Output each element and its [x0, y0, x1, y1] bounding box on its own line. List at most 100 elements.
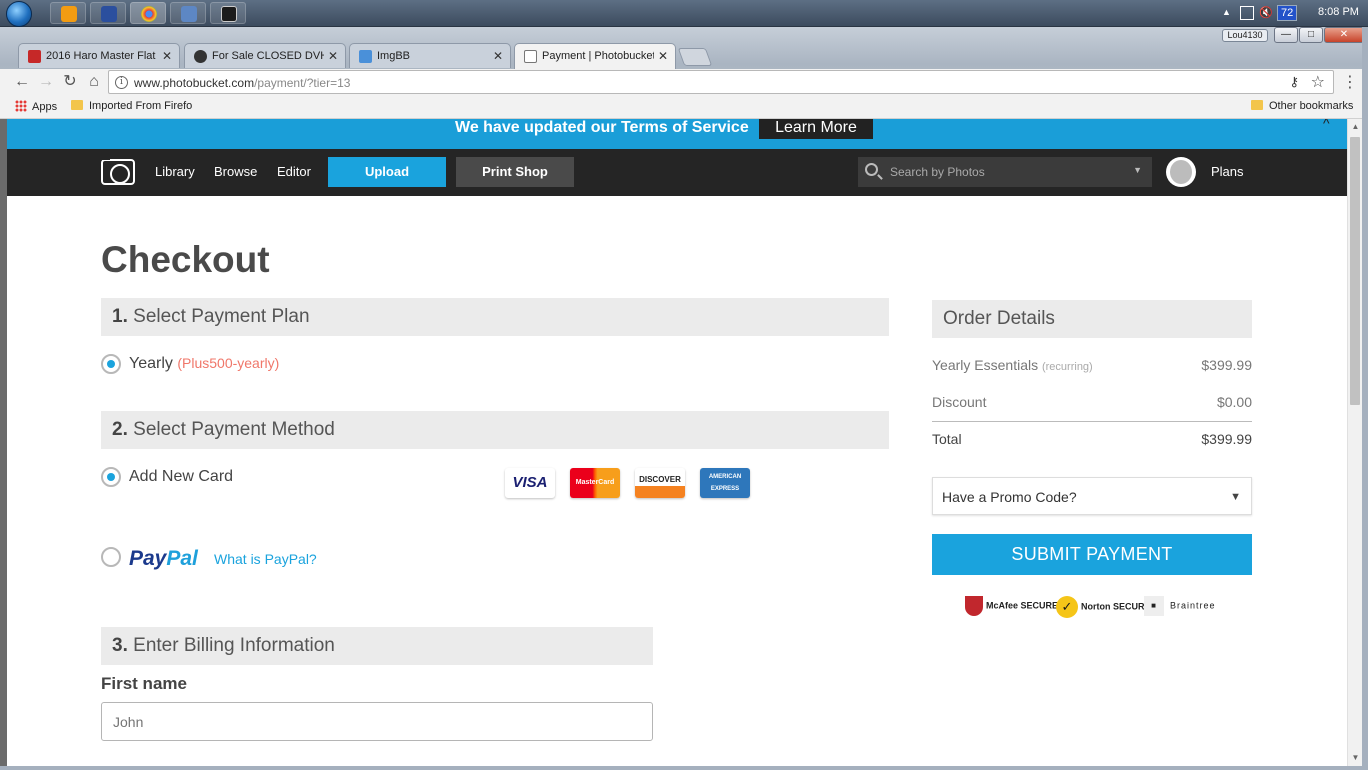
- windows-taskbar: ▲ 🔇 72 8:08 PM: [0, 0, 1368, 27]
- mcafee-shield-icon: [965, 596, 983, 616]
- network-icon[interactable]: [1240, 6, 1254, 20]
- avatar[interactable]: [1166, 157, 1196, 187]
- page-scrollbar[interactable]: ▲ ▼: [1347, 119, 1362, 766]
- tab-close-icon[interactable]: ✕: [493, 49, 503, 63]
- promo-code-dropdown[interactable]: Have a Promo Code? ▼: [932, 477, 1252, 515]
- banner-collapse-icon[interactable]: ^: [1323, 119, 1330, 131]
- tab-label: For Sale CLOSED DVH pa: [212, 50, 324, 62]
- nav-library[interactable]: Library: [155, 164, 195, 179]
- taskbar-camera[interactable]: [210, 2, 246, 24]
- clock[interactable]: 8:08 PM: [1318, 6, 1359, 18]
- taskbar-browser[interactable]: [170, 2, 206, 24]
- browser-menu-icon[interactable]: ⋮: [1340, 72, 1360, 92]
- mcafee-badge: McAfee SECURE: [965, 596, 1058, 616]
- scroll-up-icon[interactable]: ▲: [1348, 119, 1363, 135]
- tab-photobucket-payment[interactable]: Payment | Photobucket ✕: [514, 43, 676, 69]
- key-icon[interactable]: ⚷: [1289, 74, 1299, 90]
- browser-toolbar: ← → ↻ ⌂ i www.photobucket.com/payment/?t…: [0, 69, 1368, 95]
- tab-close-icon[interactable]: ✕: [162, 49, 172, 63]
- total-row: Total $399.99: [932, 431, 1252, 447]
- site-info-icon[interactable]: i: [115, 76, 128, 89]
- add-new-card-label[interactable]: Add New Card: [129, 468, 233, 486]
- first-name-label: First name: [101, 674, 187, 693]
- minimize-button[interactable]: —: [1274, 27, 1298, 43]
- terms-banner-text: We have updated our Terms of Service: [455, 119, 749, 136]
- discover-card-icon: DISCOVER: [635, 468, 685, 498]
- volume-icon[interactable]: 🔇: [1259, 6, 1273, 20]
- bookmark-other-folder[interactable]: Other bookmarks: [1251, 100, 1353, 112]
- taskbar-media-player[interactable]: [50, 2, 86, 24]
- tab-label: ImgBB: [377, 50, 411, 62]
- new-tab-button[interactable]: [677, 48, 713, 66]
- window-border: [0, 766, 1368, 770]
- bookmark-star-icon[interactable]: ☆: [1311, 72, 1325, 92]
- chevron-down-icon: ▼: [1230, 491, 1241, 503]
- tab-label: 2016 Haro Master Flat fr: [46, 50, 158, 62]
- visa-card-icon: VISA: [505, 468, 555, 498]
- search-placeholder: Search by Photos: [890, 165, 985, 179]
- bookmark-imported-folder[interactable]: Imported From Firefo: [71, 100, 192, 112]
- taskbar-chrome[interactable]: [130, 2, 166, 24]
- section-payment-plan: 1. Select Payment Plan: [101, 298, 889, 336]
- discount-row: Discount $0.00: [932, 394, 1252, 410]
- address-bar[interactable]: i www.photobucket.com/payment/?tier=13 ⚷…: [108, 70, 1334, 94]
- upload-button[interactable]: Upload: [328, 157, 446, 187]
- what-is-paypal-link[interactable]: What is PayPal?: [214, 551, 317, 567]
- tab-close-icon[interactable]: ✕: [658, 49, 668, 63]
- forward-arrow-icon[interactable]: →: [36, 72, 56, 92]
- order-item-row: Yearly Essentials (recurring) $399.99: [932, 357, 1252, 373]
- nav-browse[interactable]: Browse: [214, 164, 257, 179]
- nav-editor[interactable]: Editor: [277, 164, 311, 179]
- print-shop-button[interactable]: Print Shop: [456, 157, 574, 187]
- scrollbar-thumb[interactable]: [1350, 137, 1360, 405]
- tab-close-icon[interactable]: ✕: [328, 49, 338, 63]
- amex-card-icon: AMERICAN EXPRESS: [700, 468, 750, 498]
- bookmarks-bar: Apps Imported From Firefo Other bookmark…: [0, 95, 1368, 119]
- start-button[interactable]: [6, 1, 32, 27]
- page-viewport: We have updated our Terms of Service Lea…: [7, 119, 1347, 766]
- bookmark-apps[interactable]: Apps: [15, 100, 57, 113]
- document-icon: [101, 6, 117, 22]
- first-name-field[interactable]: [101, 702, 653, 741]
- taskbar-document[interactable]: [90, 2, 126, 24]
- plan-yearly-radio[interactable]: [101, 354, 121, 374]
- page-favicon-icon: [524, 50, 537, 63]
- order-item-amount: $399.99: [1201, 357, 1252, 373]
- norton-check-icon: ✓: [1056, 596, 1078, 618]
- home-icon[interactable]: ⌂: [84, 72, 104, 92]
- reload-icon[interactable]: ↻: [60, 72, 80, 92]
- tab-favicon-icon: [28, 50, 41, 63]
- profile-chip[interactable]: Lou4130: [1222, 29, 1268, 42]
- apps-grid-icon: [15, 100, 27, 112]
- browser-icon: [181, 6, 197, 22]
- browser-frame: Lou4130 — □ ✕ 2016 Haro Master Flat fr ✕…: [0, 27, 1368, 119]
- photobucket-logo-icon[interactable]: [100, 156, 135, 185]
- tray-expand-icon[interactable]: ▲: [1222, 7, 1231, 17]
- add-new-card-radio[interactable]: [101, 467, 121, 487]
- chevron-down-icon[interactable]: ▼: [1133, 165, 1142, 175]
- scroll-down-icon[interactable]: ▼: [1348, 750, 1363, 766]
- back-arrow-icon[interactable]: ←: [12, 72, 32, 92]
- tab-for-sale[interactable]: For Sale CLOSED DVH pa ✕: [184, 43, 346, 68]
- plan-yearly-label[interactable]: Yearly (Plus500-yearly): [129, 355, 279, 373]
- order-divider: [932, 421, 1252, 422]
- weather-badge[interactable]: 72: [1277, 5, 1298, 21]
- maximize-button[interactable]: □: [1299, 27, 1323, 43]
- window-border: [1362, 27, 1368, 770]
- section-payment-method: 2. Select Payment Method: [101, 411, 889, 449]
- terms-banner: We have updated our Terms of Service Lea…: [7, 119, 1347, 149]
- paypal-radio[interactable]: [101, 547, 121, 567]
- chrome-icon: [141, 6, 157, 22]
- nav-plans[interactable]: Plans: [1211, 164, 1244, 179]
- close-window-button[interactable]: ✕: [1324, 27, 1364, 43]
- tab-haro[interactable]: 2016 Haro Master Flat fr ✕: [18, 43, 180, 68]
- tab-favicon-icon: [194, 50, 207, 63]
- media-player-icon: [61, 6, 77, 22]
- search-icon: [865, 163, 878, 176]
- tab-imgbb[interactable]: ImgBB ✕: [349, 43, 511, 68]
- submit-payment-button[interactable]: SUBMIT PAYMENT: [932, 534, 1252, 575]
- learn-more-button[interactable]: Learn More: [759, 119, 873, 139]
- camera-icon: [221, 6, 237, 22]
- paypal-logo[interactable]: PayPal: [129, 547, 198, 571]
- search-box[interactable]: Search by Photos ▼: [858, 157, 1152, 187]
